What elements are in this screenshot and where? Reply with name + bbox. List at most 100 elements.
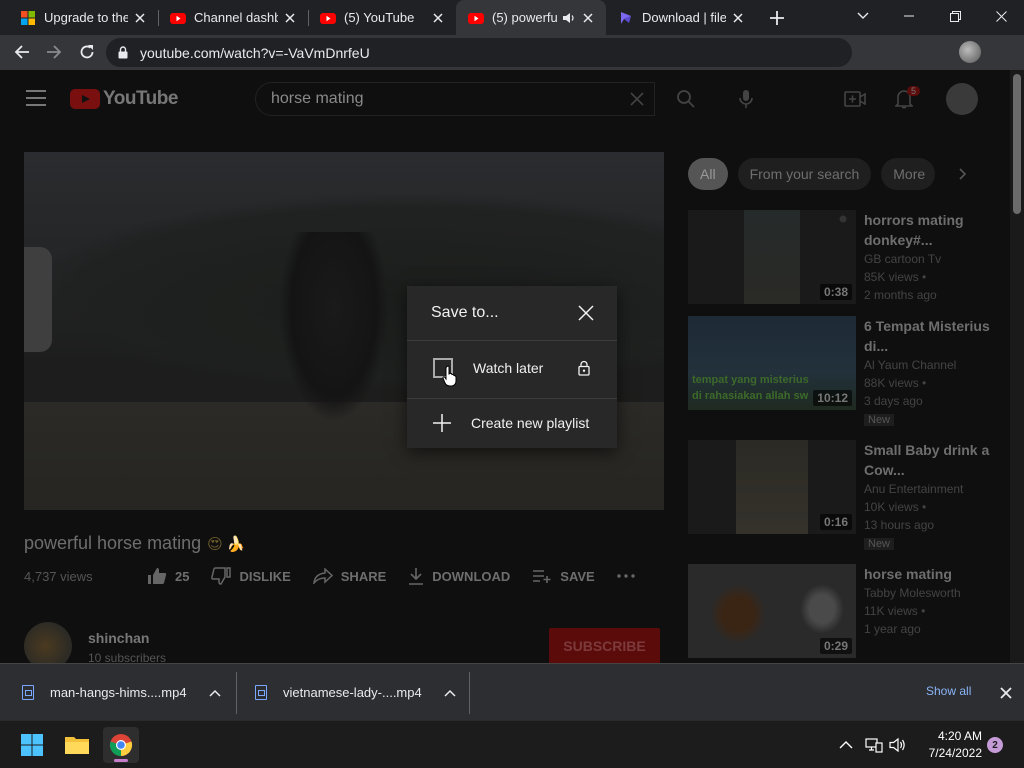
youtube-logo[interactable]: YouTube xyxy=(70,88,178,110)
clock-date: 7/24/2022 xyxy=(928,746,982,760)
like-button[interactable]: 25 xyxy=(147,567,189,585)
show-all-downloads-link[interactable]: Show all xyxy=(926,684,971,698)
network-icon[interactable] xyxy=(864,735,884,755)
microphone-icon[interactable] xyxy=(734,87,758,111)
forward-button[interactable] xyxy=(40,38,68,66)
recommendation-title[interactable]: Small Baby drink a Cow... xyxy=(864,440,1004,480)
close-window-button[interactable] xyxy=(978,0,1024,32)
recommendation-title[interactable]: 6 Tempat Misterius di... xyxy=(864,316,1004,356)
chip-from-your-search[interactable]: From your search xyxy=(737,158,872,190)
new-badge: New xyxy=(864,538,895,550)
channel-avatar[interactable] xyxy=(24,622,72,663)
share-button[interactable]: SHARE xyxy=(312,568,386,584)
close-tab-icon[interactable] xyxy=(430,10,446,26)
download-item[interactable]: vietnamese-lady-....mp4 xyxy=(255,664,456,721)
save-button[interactable]: SAVE xyxy=(532,568,595,584)
recommendation-item[interactable]: 0:38 horrors mating donkey#... GB cartoo… xyxy=(688,210,1008,308)
video-thumbnail[interactable]: 0:38 xyxy=(688,210,856,304)
more-actions-button[interactable] xyxy=(617,574,643,578)
url-text[interactable]: youtube.com/watch?v=-VaVmDnrfeU xyxy=(140,45,370,61)
recommendation-item[interactable]: tempat yang misterius di rahasiakan alla… xyxy=(688,316,1008,426)
close-tab-icon[interactable] xyxy=(282,10,298,26)
close-downloads-bar-button[interactable] xyxy=(998,685,1014,701)
tab-title: Upgrade to the W xyxy=(44,10,128,25)
hamburger-menu-icon[interactable] xyxy=(26,90,46,106)
close-tab-icon[interactable] xyxy=(580,10,596,26)
reload-button[interactable] xyxy=(73,38,101,66)
tab-download-fileio[interactable]: Download | file.io xyxy=(606,0,756,35)
tab-channel-dashboard[interactable]: Channel dashboard xyxy=(158,0,308,35)
video-duration: 0:29 xyxy=(819,638,852,654)
thumbs-up-icon xyxy=(147,567,167,585)
profile-avatar[interactable] xyxy=(959,41,981,63)
file-icon xyxy=(255,685,267,700)
recommendation-channel[interactable]: GB cartoon Tv xyxy=(864,250,1004,268)
page-scrollbar[interactable] xyxy=(1010,70,1024,663)
download-icon xyxy=(408,567,424,585)
search-box[interactable]: horse mating xyxy=(255,82,655,116)
tab-search-button[interactable] xyxy=(840,0,886,32)
close-tab-icon[interactable] xyxy=(730,10,746,26)
video-actions: 25 DISLIKE SHARE DOWNLOAD SAVE xyxy=(147,567,665,585)
tab-upgrade-windows[interactable]: Upgrade to the W xyxy=(8,0,158,35)
download-filename[interactable]: man-hangs-hims....mp4 xyxy=(50,685,187,700)
search-icon[interactable] xyxy=(674,87,698,111)
recommendation-item[interactable]: 0:16 Small Baby drink a Cow... Anu Enter… xyxy=(688,440,1008,550)
back-button[interactable] xyxy=(8,38,36,66)
recommendation-meta: Small Baby drink a Cow... Anu Entertainm… xyxy=(864,440,1004,552)
chevron-up-icon[interactable] xyxy=(444,689,456,697)
minimize-button[interactable] xyxy=(886,0,932,32)
restore-button[interactable] xyxy=(932,0,978,32)
dislike-button[interactable]: DISLIKE xyxy=(211,567,291,585)
thumbnail-caption-2: di rahasiakan allah sw xyxy=(692,390,809,402)
create-video-icon[interactable] xyxy=(843,87,867,111)
volume-icon[interactable] xyxy=(888,735,908,755)
youtube-logo-text: YouTube xyxy=(103,88,178,109)
chrome-taskbar-button[interactable] xyxy=(103,727,139,763)
lock-icon[interactable] xyxy=(118,46,128,59)
youtube-account-avatar[interactable] xyxy=(946,83,978,115)
system-clock[interactable]: 4:20 AM 7/24/2022 xyxy=(910,728,982,762)
recommendation-title[interactable]: horse mating xyxy=(864,564,1004,584)
audio-playing-icon[interactable] xyxy=(562,12,576,24)
recommendation-title[interactable]: horrors mating donkey#... xyxy=(864,210,1004,250)
file-explorer-button[interactable] xyxy=(59,727,95,763)
tab-youtube-home[interactable]: (5) YouTube xyxy=(308,0,456,35)
clear-search-icon[interactable] xyxy=(625,87,649,111)
start-button[interactable] xyxy=(14,727,50,763)
download-filename[interactable]: vietnamese-lady-....mp4 xyxy=(283,685,422,700)
dialog-divider xyxy=(407,398,617,399)
recommendation-channel[interactable]: Al Yaum Channel xyxy=(864,356,1004,374)
close-dialog-button[interactable] xyxy=(577,304,595,322)
recommendation-channel[interactable]: Anu Entertainment xyxy=(864,480,1004,498)
create-new-playlist-option[interactable]: Create new playlist xyxy=(407,403,617,443)
new-tab-button[interactable] xyxy=(766,7,788,29)
channel-name[interactable]: shinchan xyxy=(88,630,149,646)
download-item[interactable]: man-hangs-hims....mp4 xyxy=(22,664,221,721)
plus-icon xyxy=(433,414,451,432)
watch-later-option[interactable]: Watch later xyxy=(407,348,617,388)
dialog-title: Save to... xyxy=(431,304,499,321)
chevron-up-icon[interactable] xyxy=(209,689,221,697)
recommendation-views: 85K views • xyxy=(864,270,927,284)
tab-powerful-active[interactable]: (5) powerful xyxy=(456,0,606,35)
recommendation-channel[interactable]: Tabby Molesworth xyxy=(864,584,1004,602)
chevron-right-icon[interactable] xyxy=(955,166,971,182)
recommendation-item[interactable]: 0:29 horse mating Tabby Molesworth 11K v… xyxy=(688,564,1008,662)
notification-center-badge[interactable]: 2 xyxy=(987,737,1003,753)
show-hidden-icons-chevron-icon[interactable] xyxy=(836,735,856,755)
scrollbar-thumb[interactable] xyxy=(1013,74,1021,214)
video-thumbnail[interactable]: 0:29 xyxy=(688,564,856,658)
close-icon xyxy=(995,10,1007,22)
thumbnail-image xyxy=(736,440,808,534)
close-tab-icon[interactable] xyxy=(132,10,148,26)
search-input[interactable]: horse mating xyxy=(271,90,364,108)
video-thumbnail[interactable]: 0:16 xyxy=(688,440,856,534)
chip-all[interactable]: All xyxy=(688,158,728,190)
download-button[interactable]: DOWNLOAD xyxy=(408,567,510,585)
video-duration: 0:16 xyxy=(819,514,852,530)
video-thumbnail[interactable]: tempat yang misterius di rahasiakan alla… xyxy=(688,316,856,410)
subscribe-button[interactable]: SUBSCRIBE xyxy=(549,628,660,663)
address-bar[interactable]: youtube.com/watch?v=-VaVmDnrfeU xyxy=(106,38,852,67)
chip-more[interactable]: More xyxy=(881,158,936,190)
